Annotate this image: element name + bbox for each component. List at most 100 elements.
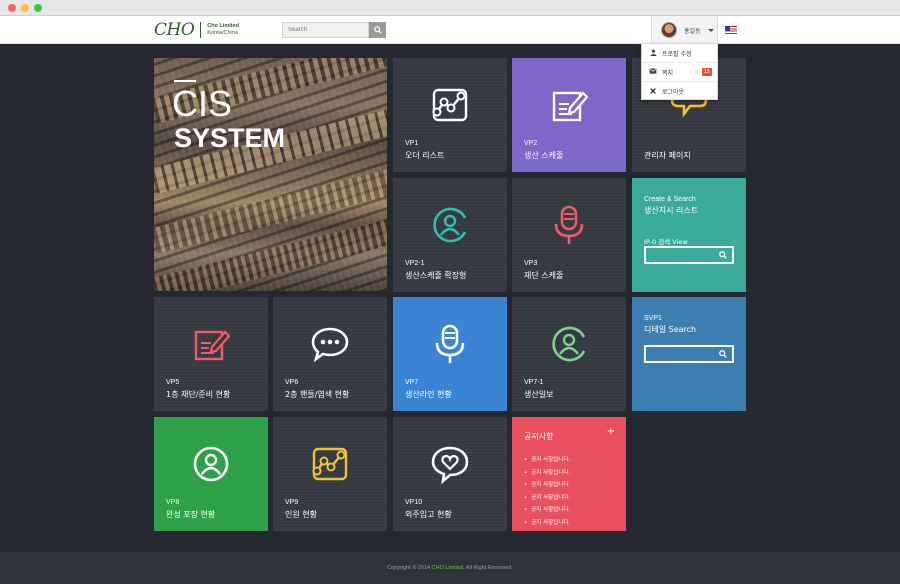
tile-create-search: Create & Search 생산지시 리스트 IP-0 검색 View: [632, 178, 746, 292]
logo-region: Korea/China: [207, 30, 238, 36]
tile-code: VP1: [405, 140, 419, 147]
tile-vp7-1[interactable]: VP7-1 생산일보: [512, 297, 626, 411]
top-header: CHO Cho Limited Korea/China 홍길동: [0, 16, 900, 44]
tile-code: VP6: [285, 379, 299, 386]
user-menu-toggle[interactable]: 홍길동: [651, 16, 718, 44]
menu-item-logout[interactable]: 로그아웃: [642, 82, 717, 101]
tile-code: VP10: [405, 499, 423, 506]
menu-item-label: 로그아웃: [662, 89, 685, 96]
tile-code: VP2: [524, 140, 538, 147]
envelope-icon: [649, 68, 657, 76]
tile-vp7[interactable]: VP7 생산라인 현황: [393, 297, 507, 411]
window-titlebar: [0, 0, 900, 16]
user-dropdown-menu: 프로필 수정 쪽지 15 로그아웃: [641, 43, 718, 100]
user-icon: [649, 48, 657, 58]
copyright-prefix: Copyright © 2014: [387, 565, 432, 571]
notice-item[interactable]: 공지 사항입니다.: [524, 493, 570, 506]
logo-text: Cho Limited Korea/China: [207, 23, 239, 37]
search-icon[interactable]: [719, 350, 727, 358]
chart-line-icon: [312, 447, 348, 481]
tile-title: 2층 핸들/염색 현황: [285, 390, 350, 399]
tile-title: 디테일 Search: [644, 325, 697, 334]
tile-code: VP8: [166, 499, 180, 506]
tile-sublabel: IP-0 검색 View: [644, 238, 688, 246]
tile-title: 재단 스케줄: [524, 271, 564, 280]
tile-title: 완성 포장 현황: [166, 510, 216, 519]
tile-code: VP3: [524, 260, 538, 267]
menu-item-label: 프로필 수정: [662, 50, 692, 58]
ip0-search-input[interactable]: [644, 246, 734, 264]
tile-vp9[interactable]: VP9 인원 현황: [273, 417, 387, 531]
menu-item-label: 쪽지: [662, 69, 674, 77]
tile-vp1[interactable]: VP1 오더 리스트: [393, 58, 507, 172]
hero-title: CIS: [172, 83, 233, 124]
logo-mark: CHO: [154, 20, 195, 40]
tile-vp6[interactable]: VP6 2층 핸들/염색 현황: [273, 297, 387, 411]
tile-svp1: SVP1 디테일 Search: [632, 297, 746, 411]
notice-item[interactable]: 공지 사항입니다.: [524, 480, 570, 493]
chevron-down-icon: [707, 28, 714, 32]
logo-divider: [200, 22, 202, 38]
us-flag-icon[interactable]: [725, 26, 737, 34]
message-count-badge: 15: [701, 68, 712, 76]
notice-item[interactable]: 공지 사항입니다.: [524, 518, 570, 531]
tile-code: VP7: [405, 379, 419, 386]
search-icon[interactable]: [719, 251, 727, 259]
search-button[interactable]: [369, 22, 386, 38]
tile-title: 외주입고 현황: [405, 510, 452, 519]
copyright-suffix: . All Right Reserved.: [463, 565, 513, 571]
hero-subtitle: SYSTEM: [174, 123, 286, 153]
tile-title: 인원 현황: [285, 510, 317, 519]
microphone-icon: [554, 205, 584, 244]
search-icon: [373, 26, 382, 34]
notice-item[interactable]: 공지 사항입니다.: [524, 505, 570, 518]
tile-title: 1층 재단/준비 현황: [166, 390, 231, 399]
add-notice-button[interactable]: +: [607, 426, 615, 437]
minimize-window-button[interactable]: [21, 4, 29, 12]
avatar: [661, 22, 677, 38]
notice-title: 공지사항: [524, 432, 554, 441]
tile-code: VP2-1: [405, 260, 425, 267]
footer: Copyright © 2014 CHO Limited. All Right …: [0, 552, 900, 584]
user-name: 홍길동: [684, 27, 701, 35]
user-circle-icon: [193, 446, 229, 482]
tile-code: VP7-1: [524, 379, 544, 386]
search-input[interactable]: [282, 22, 369, 38]
tile-title: 생산지시 리스트: [644, 206, 699, 215]
tile-code: VP5: [166, 379, 180, 386]
hero-banner: CIS SYSTEM: [154, 58, 387, 291]
tile-title: 생산스케줄 확장형: [405, 271, 467, 280]
close-window-button[interactable]: [8, 4, 16, 12]
maximize-window-button[interactable]: [34, 4, 42, 12]
tile-code: VP9: [285, 499, 299, 506]
chat-dots-icon: [311, 327, 349, 363]
notice-item[interactable]: 공지 사항입니다.: [524, 455, 570, 468]
notice-panel: 공지사항 + 공지 사항입니다. 공지 사항입니다. 공지 사항입니다. 공지 …: [512, 417, 626, 531]
close-icon: [649, 87, 657, 96]
notice-item[interactable]: 공지 사항입니다.: [524, 468, 570, 481]
menu-item-edit-profile[interactable]: 프로필 수정: [642, 44, 717, 63]
chart-line-icon: [432, 88, 468, 122]
microphone-icon: [435, 324, 465, 363]
menu-item-messages[interactable]: 쪽지 15: [642, 63, 717, 82]
tile-vp2-1[interactable]: VP2-1 생산스케줄 확장형: [393, 178, 507, 292]
logo[interactable]: CHO Cho Limited Korea/China: [154, 19, 239, 41]
tile-vp2[interactable]: VP2 생산 스케줄: [512, 58, 626, 172]
tile-vp5[interactable]: VP5 1층 재단/준비 현황: [154, 297, 268, 411]
notice-list: 공지 사항입니다. 공지 사항입니다. 공지 사항입니다. 공지 사항입니다. …: [524, 455, 570, 530]
detail-search-input[interactable]: [644, 345, 734, 363]
heart-chat-icon: [431, 446, 469, 485]
copyright-brand[interactable]: CHO Limited: [432, 565, 463, 571]
tile-code: SVP1: [644, 315, 662, 322]
hero-accent-line: [174, 80, 196, 82]
edit-document-icon: [552, 91, 589, 122]
tile-vp8[interactable]: VP8 완성 포장 현황: [154, 417, 268, 531]
user-circle-icon: [552, 326, 586, 362]
tile-vp10[interactable]: VP10 외주입고 현황: [393, 417, 507, 531]
edit-document-icon: [194, 330, 231, 361]
tile-title: 생산일보: [524, 390, 554, 399]
user-circle-icon: [433, 207, 467, 243]
tile-title: 생산라인 현황: [405, 390, 452, 399]
tile-label: Create & Search: [644, 196, 696, 203]
tile-vp3[interactable]: VP3 재단 스케줄: [512, 178, 626, 292]
